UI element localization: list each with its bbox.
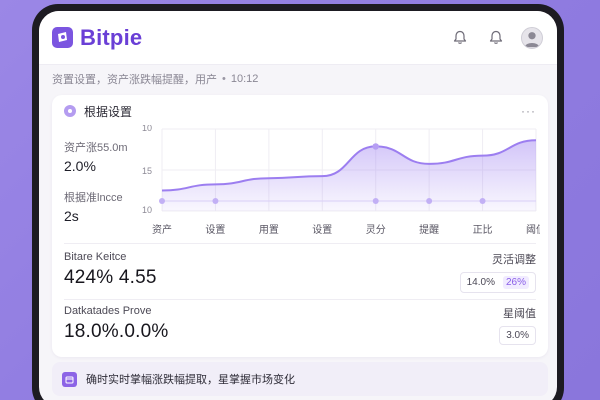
info-banner[interactable]: 确时实时掌幅涨跌幅提取，星掌握市场变化 — [52, 362, 548, 396]
x-tick-label: 资产 — [152, 223, 172, 236]
adjust-label: 灵活调整 — [492, 254, 536, 266]
metric-label: Datkatades Prove — [64, 305, 152, 317]
stat-value: 2s — [64, 208, 79, 224]
x-tick-label: 提醒 — [419, 224, 439, 236]
x-tick-label: 阈值 — [526, 223, 540, 236]
metric-threshold: 星阈值 3.0% — [499, 305, 536, 345]
x-tick-label: 设置 — [312, 224, 332, 236]
stat-label: 资产涨55.0m — [64, 142, 128, 154]
adjust-accent-value: 26% — [502, 276, 529, 289]
chart-svg: 101510资产设置用置设置灵分提醒正比阈值 — [142, 123, 546, 236]
stat-value: 2.0% — [64, 158, 96, 174]
y-tick-label: 10 — [142, 125, 152, 133]
threshold-input[interactable]: 3.0% — [499, 326, 536, 345]
baseline-marker — [212, 198, 219, 204]
stat-label: 根据准lncce — [64, 192, 123, 204]
card-header: 根据设置 ··· — [52, 95, 548, 127]
baseline-marker — [479, 198, 486, 204]
settings-card: 根据设置 ··· 资产涨55.0m 2.0% 根据准lncce 2s 10 15 1… — [52, 95, 548, 357]
divider — [64, 243, 536, 244]
baseline-marker — [426, 198, 433, 204]
settings-dot-icon — [64, 105, 76, 117]
y-tick-label: 10 — [142, 205, 152, 215]
card-title: 根据设置 — [84, 104, 133, 119]
metric-adjust: 灵活调整 14.0% 26% — [459, 251, 536, 293]
y-tick-label: 15 — [142, 166, 152, 176]
brand-name[interactable]: Bitpie — [80, 25, 142, 51]
breadcrumb: 资置设置，资产涨跌幅提醒，用产 • 10:12 — [39, 65, 557, 93]
metric-value: 18.0%.0.0% — [64, 321, 169, 342]
baseline-marker — [159, 198, 165, 204]
stat-asset-change: 资产涨55.0m 2.0% — [64, 139, 128, 174]
notification-bell-icon[interactable] — [485, 27, 507, 49]
metric-row-keitce: Bitare Keitce 424% 4.55 灵活调整 14.0% 26% — [52, 251, 548, 293]
more-options-icon[interactable]: ··· — [521, 104, 536, 118]
breadcrumb-time: 10:12 — [230, 73, 259, 85]
divider — [64, 299, 536, 300]
data-point — [372, 143, 379, 150]
x-tick-label: 设置 — [205, 224, 225, 236]
price-area-chart[interactable]: 101510资产设置用置设置灵分提醒正比阈值 — [140, 123, 546, 237]
x-tick-label: 用置 — [259, 224, 279, 236]
bell-icon[interactable] — [449, 27, 471, 49]
x-tick-label: 正比 — [473, 224, 493, 236]
x-tick-label: 灵分 — [366, 224, 386, 236]
adjust-value: 14.0% — [466, 277, 495, 288]
baseline-marker — [372, 198, 379, 204]
threshold-value: 3.0% — [506, 330, 529, 341]
app-screen: Bitpie 资置设置，资产涨跌幅提醒，用产 • 10:12 根据设置 ··· … — [39, 11, 557, 400]
metric-row-prove: Datkatades Prove 18.0%.0.0% 星阈值 3.0% — [52, 305, 548, 345]
top-bar: Bitpie — [39, 11, 557, 65]
bitpie-logo-icon[interactable] — [52, 27, 73, 48]
separator-dot: • — [222, 73, 226, 85]
user-avatar-icon[interactable] — [521, 26, 543, 49]
calendar-icon — [62, 371, 77, 387]
stat-threshold: 根据准lncce 2s — [64, 189, 123, 224]
banner-text: 确时实时掌幅涨跌幅提取，星掌握市场变化 — [86, 374, 295, 386]
threshold-label: 星阈值 — [503, 308, 536, 320]
device-frame: Bitpie 资置设置，资产涨跌幅提醒，用产 • 10:12 根据设置 ··· … — [32, 4, 564, 400]
adjust-toggle[interactable]: 14.0% 26% — [459, 272, 536, 293]
breadcrumb-path[interactable]: 资置设置，资产涨跌幅提醒，用产 — [52, 71, 217, 87]
